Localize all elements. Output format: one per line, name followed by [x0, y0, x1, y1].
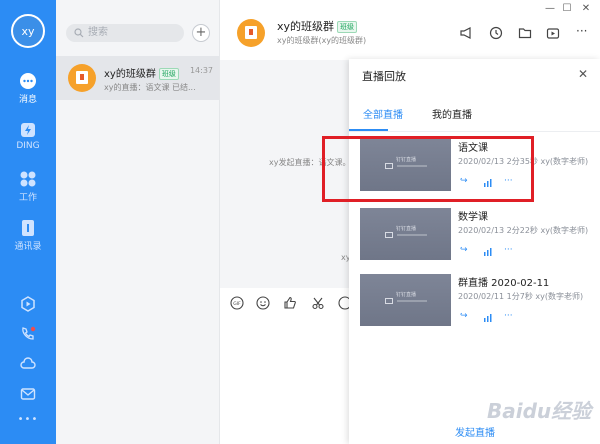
left-rail: xy 消息 DING 工作 通讯录 ••• [0, 0, 56, 444]
tab-active-indicator [349, 129, 388, 131]
class-tag: 班级 [337, 21, 358, 33]
book-icon [245, 26, 257, 39]
cloud-icon [20, 357, 36, 369]
recording-title: 数学课 [458, 212, 488, 223]
tab-all-live[interactable]: 全部直播 [363, 106, 403, 121]
user-avatar[interactable]: xy [11, 14, 45, 48]
phone-button[interactable] [0, 326, 56, 346]
rail-item-label: 工作 [18, 193, 37, 203]
chat-time: 14:37 [189, 66, 213, 75]
more-icon[interactable]: ••• [0, 414, 56, 425]
start-live-button[interactable]: 发起直播 [455, 424, 495, 439]
ding-icon [21, 123, 35, 137]
chat-name-text: xy的班级群 [104, 69, 156, 80]
play-icon [385, 232, 393, 238]
recording-title: 群直播 2020-02-11 [458, 278, 550, 289]
baidu-watermark: Baidu经验 [487, 399, 592, 423]
panel-close-button[interactable]: ✕ [578, 67, 588, 81]
rail-item-label: DING [16, 141, 40, 151]
rail-item-label: 消息 [18, 95, 37, 105]
hexagon-button[interactable] [0, 296, 56, 316]
mail-button[interactable] [0, 386, 56, 405]
chat-subtitle: xy的班级群(xy的班级群) [277, 36, 367, 45]
megaphone-icon[interactable] [459, 26, 473, 40]
thumbs-up-icon[interactable] [283, 296, 297, 310]
close-window-button[interactable]: ✕ [580, 3, 592, 14]
rail-item-contacts[interactable]: 通讯录 [0, 219, 56, 252]
group-avatar [68, 64, 96, 92]
rail-item-ding[interactable]: DING [0, 121, 56, 151]
mail-icon [20, 388, 36, 400]
add-button[interactable]: + [192, 24, 210, 42]
chat-name: xy的班级群 班级 [104, 65, 179, 80]
folder-icon[interactable] [518, 26, 532, 40]
share-icon[interactable]: ↪ [460, 311, 468, 321]
svg-text:GIF: GIF [233, 301, 241, 307]
rail-item-work[interactable]: 工作 [0, 170, 56, 203]
live-playback-icon[interactable] [546, 26, 560, 40]
recording-thumbnail[interactable]: 钉钉直播 [360, 208, 451, 260]
panel-title: 直播回放 [362, 70, 406, 83]
app-window: xy 消息 DING 工作 通讯录 ••• 搜索 + xy的班级群 班级 14:… [0, 0, 600, 444]
rail-item-label: 通讯录 [14, 242, 42, 252]
live-playback-panel: 直播回放 ✕ 全部直播 我的直播 钉钉直播 语文课 2020/02/13 2分3… [349, 59, 600, 444]
apps-grid-icon [20, 171, 36, 187]
thumbnail-label: 钉钉直播 [396, 226, 417, 232]
gif-icon[interactable]: GIF [230, 296, 244, 310]
stats-icon[interactable] [483, 313, 493, 322]
chat-preview: xy的直播：语文课 已结... [104, 83, 196, 92]
chat-title: xy的班级群 班级 [277, 18, 358, 34]
conversation-list: 搜索 + xy的班级群 班级 14:37 xy的直播：语文课 已结... [56, 0, 220, 444]
tab-divider [349, 131, 600, 132]
chat-bubble-icon [20, 73, 36, 89]
phone-icon [22, 326, 36, 340]
thumbnail-label: 钉钉直播 [396, 292, 417, 298]
header-avatar [237, 19, 265, 47]
tab-my-live[interactable]: 我的直播 [432, 106, 472, 121]
minimize-button[interactable]: — [544, 3, 556, 14]
recording-card[interactable]: 钉钉直播 群直播 2020-02-11 2020/02/11 1分7秒 xy(数… [360, 274, 600, 334]
contacts-icon [22, 220, 34, 236]
more-actions-icon[interactable]: ··· [504, 311, 513, 321]
rail-item-messages[interactable]: 消息 [0, 72, 56, 105]
search-input[interactable]: 搜索 [66, 24, 184, 42]
play-icon [385, 298, 393, 304]
share-icon[interactable]: ↪ [460, 245, 468, 255]
thumbnail-line [397, 300, 427, 302]
thumbnail-line [397, 234, 427, 236]
emoji-icon[interactable] [256, 296, 270, 310]
stats-icon[interactable] [483, 247, 493, 256]
recording-thumbnail[interactable]: 钉钉直播 [360, 274, 451, 326]
chat-title-text: xy的班级群 [277, 20, 335, 33]
class-tag: 班级 [158, 68, 179, 80]
highlight-box [322, 136, 534, 202]
cloud-button[interactable] [0, 356, 56, 375]
clock-icon[interactable] [489, 26, 503, 40]
scissors-icon[interactable] [311, 296, 325, 310]
recording-meta: 2020/02/13 2分22秒 xy(数字老师) [458, 226, 589, 235]
search-icon [74, 28, 84, 38]
search-placeholder: 搜索 [88, 27, 108, 38]
hexagon-icon [21, 296, 35, 312]
more-actions-icon[interactable]: ··· [504, 245, 513, 255]
chat-list-item[interactable]: xy的班级群 班级 14:37 xy的直播：语文课 已结... [56, 56, 219, 100]
maximize-button[interactable]: ☐ [561, 3, 573, 14]
more-menu-icon[interactable]: ··· [576, 24, 590, 38]
recording-card[interactable]: 钉钉直播 数学课 2020/02/13 2分22秒 xy(数字老师) ↪ ··· [360, 208, 600, 268]
recording-meta: 2020/02/11 1分7秒 xy(数字老师) [458, 292, 584, 301]
book-icon [76, 71, 88, 84]
